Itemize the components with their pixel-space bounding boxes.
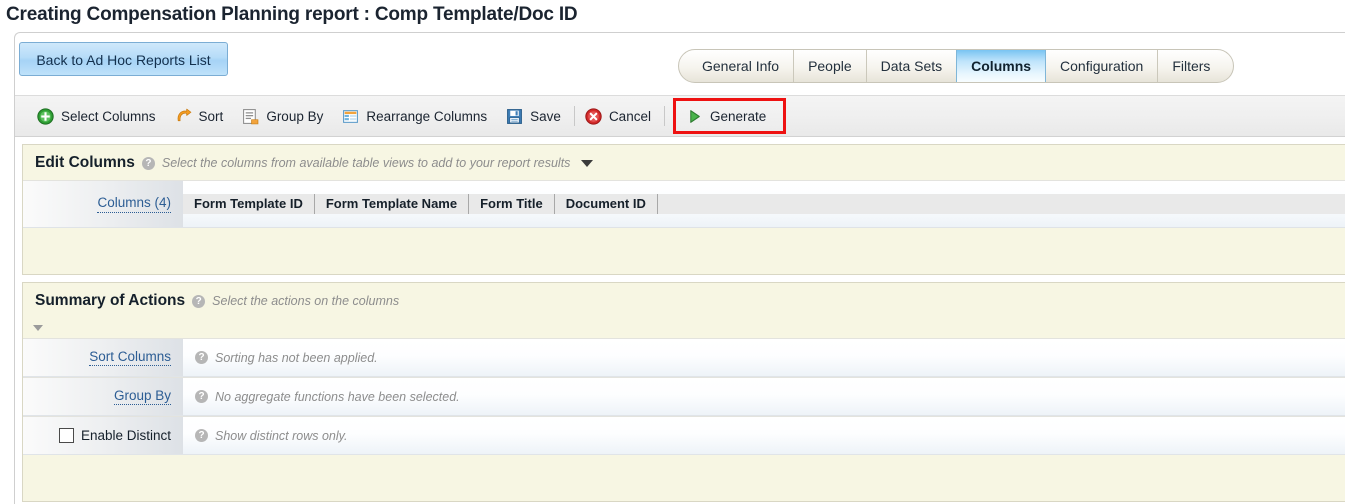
toolbar-item-label: Sort <box>198 108 224 124</box>
generate-highlight-box: Generate <box>672 98 787 134</box>
help-icon[interactable]: ? <box>195 390 208 403</box>
enable-distinct-row: Enable Distinct ? Show distinct rows onl… <box>23 416 1345 455</box>
save-button[interactable]: Save <box>498 101 572 131</box>
toolbar-item-label: Group By <box>266 108 324 124</box>
column-chip[interactable]: Form Template Name <box>315 194 470 214</box>
header-row: Back to Ad Hoc Reports List General Info… <box>15 33 1345 95</box>
tab-configuration[interactable]: Configuration <box>1046 50 1157 82</box>
column-chip[interactable]: Document ID <box>555 194 658 214</box>
page-title: Creating Compensation Planning report : … <box>6 4 578 25</box>
columns-toolbar: Select Columns Sort Group By Rearrange C… <box>15 95 1345 137</box>
group-by-list-icon <box>243 108 259 124</box>
enable-distinct-label-cell: Enable Distinct <box>23 417 183 454</box>
sort-columns-body: ? Sorting has not been applied. <box>183 339 1345 376</box>
tab-people[interactable]: People <box>793 50 866 82</box>
sort-columns-status: Sorting has not been applied. <box>215 350 378 365</box>
tab-label: General Info <box>702 58 780 74</box>
back-to-ad-hoc-reports-list-button[interactable]: Back to Ad Hoc Reports List <box>19 42 228 76</box>
summary-of-actions-title: Summary of Actions <box>35 292 186 309</box>
edit-columns-panel: Edit Columns ? Select the columns from a… <box>22 144 1345 275</box>
toolbar-item-label: Cancel <box>608 108 651 124</box>
tab-label: Configuration <box>1060 58 1144 74</box>
sort-columns-link[interactable]: Sort Columns <box>89 349 171 367</box>
enable-distinct-checkbox[interactable] <box>58 428 74 443</box>
toolbar-item-label: Save <box>530 108 561 124</box>
toolbar-separator <box>663 106 665 126</box>
help-icon[interactable]: ? <box>192 294 206 308</box>
group-by-button[interactable]: Group By <box>234 101 334 131</box>
help-icon[interactable]: ? <box>141 156 155 170</box>
tab-strip: General Info People Data Sets Columns Co… <box>678 49 1235 83</box>
group-by-label-cell: Group By <box>23 378 183 415</box>
edit-columns-header: Edit Columns ? Select the columns from a… <box>23 145 1345 180</box>
sort-columns-label-cell: Sort Columns <box>23 339 183 376</box>
group-by-row: Group By ? No aggregate functions have b… <box>23 377 1345 416</box>
help-icon[interactable]: ? <box>195 351 208 364</box>
summary-collapse-row <box>23 318 1345 338</box>
columns-row: Columns (4) Form Template ID Form Templa… <box>23 180 1345 228</box>
enable-distinct-body: ? Show distinct rows only. <box>183 417 1345 454</box>
columns-count-link[interactable]: Columns (4) <box>97 195 171 213</box>
summary-of-actions-hint: Select the actions on the columns <box>212 294 400 308</box>
help-icon[interactable]: ? <box>195 429 208 442</box>
green-play-triangle-icon <box>690 109 700 123</box>
tab-general-info[interactable]: General Info <box>688 50 793 82</box>
tab-filters[interactable]: Filters <box>1157 50 1224 82</box>
group-by-status: No aggregate functions have been selecte… <box>215 389 460 404</box>
sort-button[interactable]: Sort <box>167 101 235 131</box>
select-columns-button[interactable]: Select Columns <box>29 101 167 131</box>
generate-button[interactable]: Generate <box>678 101 777 131</box>
enable-distinct-status: Show distinct rows only. <box>215 428 348 443</box>
toolbar-item-label: Generate <box>709 108 767 124</box>
group-by-body: ? No aggregate functions have been selec… <box>183 378 1345 415</box>
chevron-down-icon[interactable] <box>33 325 43 331</box>
rearrange-columns-grid-icon <box>343 109 359 123</box>
columns-row-label: Columns (4) <box>23 181 183 227</box>
toolbar-item-label: Select Columns <box>61 108 156 124</box>
enable-distinct-label: Enable Distinct <box>80 428 171 443</box>
edit-columns-title: Edit Columns <box>35 154 135 171</box>
tab-data-sets[interactable]: Data Sets <box>865 50 956 82</box>
floppy-disk-icon <box>507 108 523 124</box>
column-chip[interactable]: Form Title <box>469 194 555 214</box>
summary-of-actions-footer <box>23 455 1345 501</box>
tab-columns[interactable]: Columns <box>956 50 1047 82</box>
report-builder-frame: Back to Ad Hoc Reports List General Info… <box>14 32 1345 504</box>
edit-columns-hint: Select the columns from available table … <box>161 156 571 170</box>
selected-columns-strip: Form Template ID Form Template Name Form… <box>183 194 1345 214</box>
toolbar-separator <box>573 106 575 126</box>
enable-distinct-checkbox-group[interactable]: Enable Distinct <box>58 428 171 443</box>
green-plus-circle-icon <box>37 107 54 125</box>
toolbar-item-label: Rearrange Columns <box>366 108 488 124</box>
cancel-button[interactable]: Cancel <box>577 101 662 131</box>
red-x-circle-icon <box>585 107 602 125</box>
group-by-link[interactable]: Group By <box>113 388 171 406</box>
tab-label: People <box>808 58 852 74</box>
orange-sort-arrow-icon <box>177 108 191 121</box>
chevron-down-icon[interactable] <box>581 159 594 167</box>
tab-label: Data Sets <box>880 58 943 74</box>
column-chip[interactable]: Form Template ID <box>183 194 315 214</box>
tab-label: Columns <box>971 58 1032 74</box>
rearrange-columns-button[interactable]: Rearrange Columns <box>334 101 498 131</box>
edit-columns-footer <box>23 228 1345 274</box>
sort-columns-row: Sort Columns ? Sorting has not been appl… <box>23 338 1345 377</box>
summary-of-actions-header: Summary of Actions ? Select the actions … <box>23 283 1345 318</box>
tab-label: Filters <box>1172 58 1211 74</box>
summary-of-actions-panel: Summary of Actions ? Select the actions … <box>22 282 1345 502</box>
